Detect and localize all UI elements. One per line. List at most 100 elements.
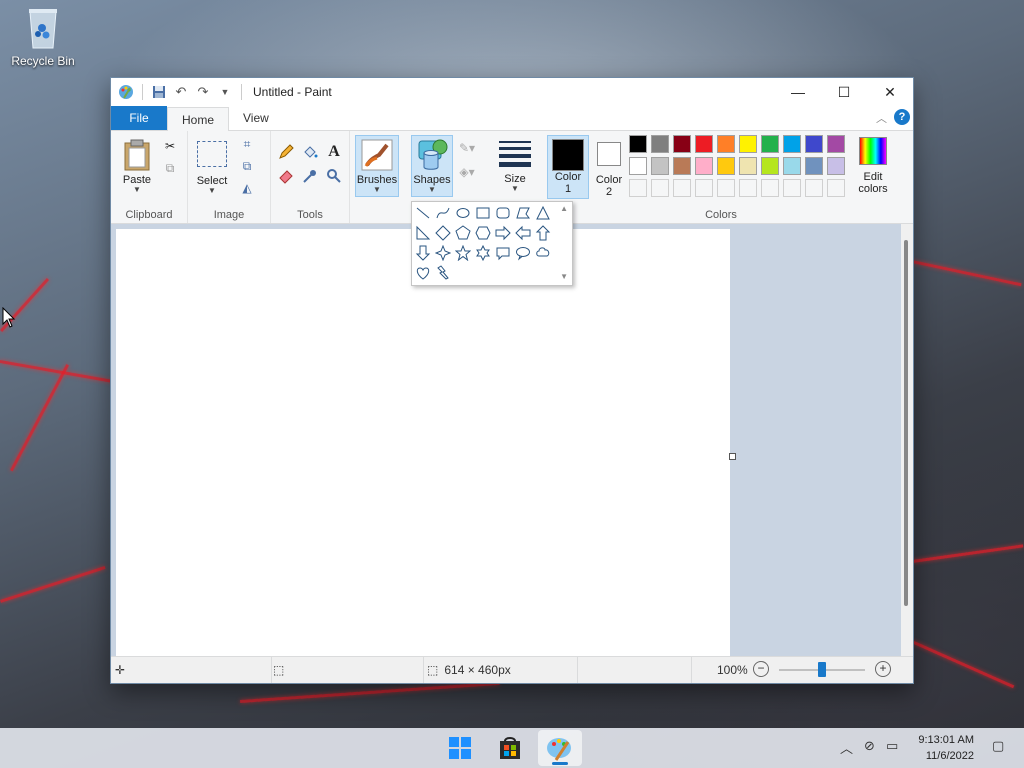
canvas-resize-handle[interactable] xyxy=(729,453,736,460)
line-shape-icon[interactable] xyxy=(414,204,432,222)
palette-color-swatch[interactable] xyxy=(717,157,735,175)
palette-custom-color-slot[interactable] xyxy=(695,179,713,197)
oval-callout-shape-icon[interactable] xyxy=(514,244,532,262)
title-bar[interactable]: ↶ ↷ ▼ Untitled - Paint — ☐ ✕ xyxy=(111,78,913,106)
minimize-button[interactable]: — xyxy=(775,78,821,106)
pencil-icon[interactable] xyxy=(277,143,295,161)
size-button[interactable]: Size ▼ xyxy=(495,137,535,193)
palette-color-swatch[interactable] xyxy=(827,157,845,175)
palette-color-swatch[interactable] xyxy=(717,135,735,153)
palette-color-swatch[interactable] xyxy=(805,157,823,175)
palette-color-swatch[interactable] xyxy=(805,135,823,153)
palette-custom-color-slot[interactable] xyxy=(783,179,801,197)
palette-custom-color-slot[interactable] xyxy=(717,179,735,197)
rounded-rectangle-shape-icon[interactable] xyxy=(494,204,512,222)
select-button[interactable]: Select ▼ xyxy=(194,139,230,195)
palette-custom-color-slot[interactable] xyxy=(805,179,823,197)
lightning-shape-icon[interactable] xyxy=(434,264,452,282)
rounded-callout-shape-icon[interactable] xyxy=(494,244,512,262)
color2-button[interactable]: Color 2 xyxy=(589,135,629,198)
right-triangle-shape-icon[interactable] xyxy=(414,224,432,242)
scrollbar-thumb[interactable] xyxy=(904,240,908,606)
palette-color-swatch[interactable] xyxy=(673,135,691,153)
cloud-callout-shape-icon[interactable] xyxy=(534,244,552,262)
start-button[interactable] xyxy=(438,730,482,766)
hexagon-shape-icon[interactable] xyxy=(474,224,492,242)
diamond-shape-icon[interactable] xyxy=(434,224,452,242)
palette-custom-color-slot[interactable] xyxy=(739,179,757,197)
five-point-star-shape-icon[interactable] xyxy=(454,244,472,262)
magnifier-icon[interactable] xyxy=(325,167,343,185)
down-arrow-shape-icon[interactable] xyxy=(414,244,432,262)
eraser-icon[interactable] xyxy=(277,167,295,185)
palette-color-swatch[interactable] xyxy=(783,157,801,175)
show-hidden-icons-icon[interactable]: ︿ xyxy=(840,738,853,757)
crop-icon[interactable]: ⌗ xyxy=(238,135,256,153)
palette-color-swatch[interactable] xyxy=(783,135,801,153)
fill-style-icon[interactable]: ◈▾ xyxy=(455,163,479,181)
palette-color-swatch[interactable] xyxy=(695,135,713,153)
gallery-more-icon[interactable]: ▼ xyxy=(560,272,568,281)
brushes-button[interactable]: Brushes ▼ xyxy=(355,135,399,197)
six-point-star-shape-icon[interactable] xyxy=(474,244,492,262)
outline-icon[interactable]: ✎▾ xyxy=(455,139,479,157)
palette-color-swatch[interactable] xyxy=(673,157,691,175)
redo-icon[interactable]: ↷ xyxy=(194,83,212,101)
resize-icon[interactable]: ⧉ xyxy=(238,157,256,175)
palette-custom-color-slot[interactable] xyxy=(761,179,779,197)
left-arrow-shape-icon[interactable] xyxy=(514,224,532,242)
close-button[interactable]: ✕ xyxy=(867,78,913,106)
palette-custom-color-slot[interactable] xyxy=(629,179,647,197)
palette-color-swatch[interactable] xyxy=(827,135,845,153)
color-picker-icon[interactable] xyxy=(301,167,319,185)
palette-custom-color-slot[interactable] xyxy=(827,179,845,197)
palette-color-swatch[interactable] xyxy=(761,157,779,175)
fill-icon[interactable] xyxy=(301,143,319,161)
zoom-slider-thumb[interactable] xyxy=(818,662,826,677)
text-icon[interactable]: A xyxy=(325,143,343,161)
color1-button[interactable]: Color 1 xyxy=(547,135,589,199)
curve-shape-icon[interactable] xyxy=(434,204,452,222)
tab-view[interactable]: View xyxy=(229,106,283,130)
system-clock[interactable]: 9:13:01 AM 11/6/2022 xyxy=(918,732,974,764)
paste-button[interactable]: Paste ▼ xyxy=(119,139,155,194)
gallery-scroll-up-icon[interactable]: ▲ xyxy=(560,204,568,213)
customize-toolbar-icon[interactable]: ▼ xyxy=(216,83,234,101)
display-icon[interactable]: ▭ xyxy=(886,738,898,754)
tab-home[interactable]: Home xyxy=(167,107,230,131)
palette-color-swatch[interactable] xyxy=(651,157,669,175)
zoom-out-icon[interactable]: − xyxy=(753,661,769,677)
polygon-shape-icon[interactable] xyxy=(514,204,532,222)
shapes-button[interactable]: Shapes ▼ xyxy=(411,135,453,197)
tab-file[interactable]: File xyxy=(111,106,167,130)
store-taskbar-button[interactable] xyxy=(488,730,532,766)
rectangle-shape-icon[interactable] xyxy=(474,204,492,222)
palette-color-swatch[interactable] xyxy=(739,135,757,153)
zoom-in-icon[interactable]: + xyxy=(875,661,891,677)
drawing-canvas[interactable] xyxy=(116,229,730,656)
palette-color-swatch[interactable] xyxy=(695,157,713,175)
triangle-shape-icon[interactable] xyxy=(534,204,552,222)
palette-color-swatch[interactable] xyxy=(739,157,757,175)
notifications-icon[interactable]: ▢ xyxy=(992,738,1004,754)
maximize-button[interactable]: ☐ xyxy=(821,78,867,106)
pentagon-shape-icon[interactable] xyxy=(454,224,472,242)
edit-colors-button[interactable]: Edit colors xyxy=(853,137,893,195)
palette-color-swatch[interactable] xyxy=(629,157,647,175)
recycle-bin-desktop-icon[interactable]: Recycle Bin xyxy=(6,6,80,68)
paint-taskbar-button[interactable] xyxy=(538,730,582,766)
copy-icon[interactable]: ⧉ xyxy=(161,159,179,177)
undo-icon[interactable]: ↶ xyxy=(172,83,190,101)
collapse-ribbon-icon[interactable]: ︿ xyxy=(876,110,887,126)
help-icon[interactable]: ? xyxy=(894,109,910,125)
rotate-icon[interactable]: ◭ xyxy=(238,179,256,197)
heart-shape-icon[interactable] xyxy=(414,264,432,282)
right-arrow-shape-icon[interactable] xyxy=(494,224,512,242)
palette-color-swatch[interactable] xyxy=(651,135,669,153)
palette-custom-color-slot[interactable] xyxy=(651,179,669,197)
palette-color-swatch[interactable] xyxy=(629,135,647,153)
palette-custom-color-slot[interactable] xyxy=(673,179,691,197)
save-icon[interactable] xyxy=(150,83,168,101)
network-icon[interactable]: ⊘ xyxy=(864,738,875,754)
cut-icon[interactable]: ✂ xyxy=(161,137,179,155)
